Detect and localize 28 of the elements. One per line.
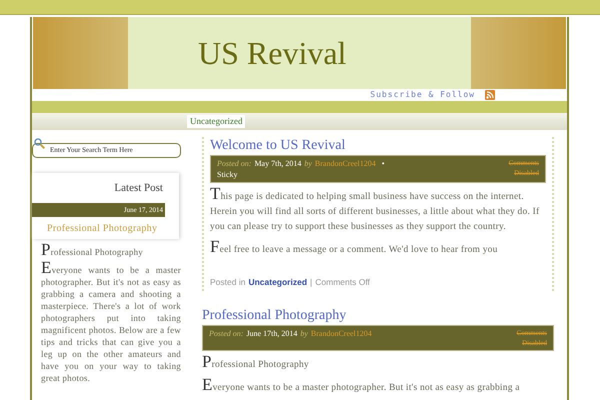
post-date: May 7th, 2014 bbox=[254, 158, 302, 169]
latest-post-link[interactable]: Professional Photography bbox=[47, 220, 158, 236]
post-title-link[interactable]: Professional Photography bbox=[202, 306, 554, 325]
panel-heading: Latest Post bbox=[114, 180, 163, 196]
author-link[interactable]: BrandonCreel1204 bbox=[314, 158, 376, 169]
paragraph: Feel free to leave a message or a comment. We'd love to hear from you bbox=[210, 239, 499, 258]
subscribe-link[interactable]: Subscribe & Follow bbox=[370, 89, 475, 101]
paragraph: Everyone wants to be a master photographer. But it's not as easy as grabbing a camera and shooting a masterpiece. There's a lot of work photographers put into taking magnificent photos. Below are a few tips and tricks that can give you a leg up on the other amateurs and have you on your way to taking great photos. bbox=[41, 262, 181, 384]
nav-tab[interactable]: Uncategorized bbox=[187, 114, 246, 128]
posted-on-label: Posted on: bbox=[209, 328, 244, 339]
paragraph: This page is dedicated to helping small business have success on the internet. Herein you will find all sorts of different businesses, a little about what they do. If you can please try to support these businesses as they support the country. bbox=[210, 186, 540, 234]
post-date: June 17th, 2014 bbox=[246, 328, 298, 339]
category-link[interactable]: Uncategorized bbox=[248, 276, 308, 289]
rss-icon[interactable] bbox=[485, 90, 495, 100]
paragraph: Professional Photography bbox=[41, 244, 144, 258]
separator: | bbox=[310, 276, 312, 289]
post-title-link[interactable]: Welcome to US Revival bbox=[210, 137, 546, 155]
comments-off-label: Comments Off bbox=[315, 276, 370, 289]
posted-on-label: Posted on: bbox=[217, 158, 252, 169]
paragraph: Professional Photography bbox=[202, 354, 310, 373]
by-label: by bbox=[300, 328, 308, 339]
bullet: • bbox=[382, 158, 385, 169]
author-link[interactable]: BrandonCreel1204 bbox=[310, 328, 372, 339]
posted-in-label: Posted in bbox=[210, 276, 246, 289]
search-icon bbox=[34, 138, 45, 149]
sticky-label: Sticky bbox=[217, 169, 238, 180]
paragraph: Everyone wants to be a master photographer. But it's not as easy as grabbing a bbox=[202, 376, 521, 396]
by-label: by bbox=[304, 158, 312, 169]
